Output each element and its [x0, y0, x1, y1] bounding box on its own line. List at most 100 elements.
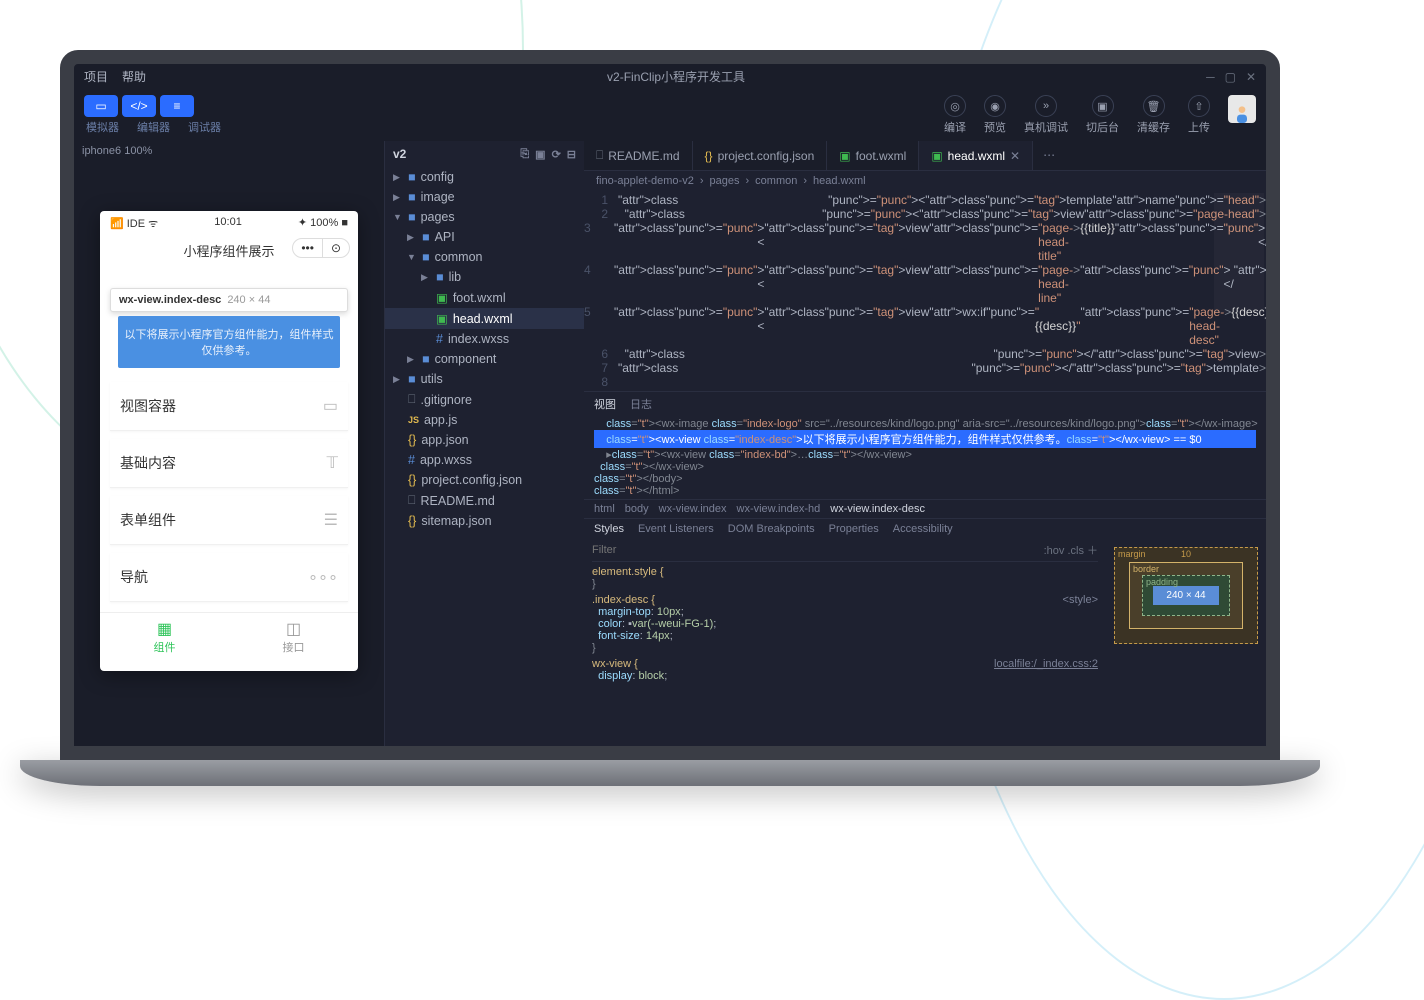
clear-icon: 🗑	[1143, 95, 1165, 117]
collapse-icon[interactable]: ⊟	[567, 148, 576, 161]
mode-simulator-button[interactable]: ▭	[84, 95, 118, 117]
styles-filter-input[interactable]	[592, 542, 1044, 558]
tree-item[interactable]: ▶■image	[385, 187, 584, 207]
menu-project[interactable]: 项目	[84, 68, 108, 85]
refresh-icon[interactable]: ⟳	[552, 148, 561, 161]
code-editor[interactable]: 1"attr">class"punc">="punc"><"attr">clas…	[584, 191, 1266, 391]
list-item[interactable]: 表单组件☰	[110, 496, 348, 545]
editor-area: ⎕README.md{}project.config.json▣foot.wxm…	[584, 141, 1266, 746]
breadcrumb-item[interactable]: head.wxml	[803, 175, 865, 187]
phone-battery: ✦ 100% ■	[298, 216, 348, 231]
tree-item[interactable]: ▶■utils	[385, 369, 584, 389]
tree-item[interactable]: {}app.json	[385, 430, 584, 450]
camera-dot	[667, 56, 673, 62]
editor-tab[interactable]: ▣foot.wxml	[827, 141, 919, 170]
tree-item[interactable]: ▣foot.wxml	[385, 287, 584, 308]
editor-tab[interactable]: ⎕README.md	[584, 141, 693, 170]
preview-icon: ◉	[984, 95, 1006, 117]
dom-crumb[interactable]: wx-view.index	[659, 503, 727, 515]
avatar[interactable]	[1228, 95, 1256, 123]
background-icon: ▣	[1092, 95, 1114, 117]
tree-item[interactable]: #app.wxss	[385, 450, 584, 470]
tree-item[interactable]: ▶■component	[385, 349, 584, 369]
styles-panel[interactable]: :hov .cls ＋ element.style { } .index-des…	[584, 539, 1106, 746]
toolbar: ▭ </> ≡ 模拟器 编辑器 调试器 ◎编译 ◉预览 »真机调试 ▣切后台	[74, 89, 1266, 141]
tree-item[interactable]: JSapp.js	[385, 410, 584, 430]
devtools-tab-log[interactable]: 日志	[630, 396, 652, 412]
upload-icon: ⇧	[1188, 95, 1210, 117]
list-item[interactable]: 导航∘∘∘	[110, 553, 348, 602]
preview-button[interactable]: ◉预览	[984, 95, 1006, 135]
new-file-icon[interactable]: ⎘	[520, 148, 529, 161]
devtools-tab-view[interactable]: 视图	[594, 396, 616, 412]
styles-tab[interactable]: Event Listeners	[638, 523, 714, 535]
background-button[interactable]: ▣切后台	[1086, 95, 1119, 135]
laptop-base	[20, 760, 1320, 786]
tree-item[interactable]: ▼■common	[385, 247, 584, 267]
breadcrumb-item[interactable]: pages	[700, 175, 740, 187]
mode-debugger-button[interactable]: ≡	[160, 95, 194, 117]
styles-tab[interactable]: DOM Breakpoints	[728, 523, 815, 535]
tree-item[interactable]: ▶■API	[385, 227, 584, 247]
styles-filter-controls[interactable]: :hov .cls ＋	[1044, 542, 1098, 558]
maximize-icon[interactable]: ▢	[1225, 70, 1236, 84]
mode-simulator-label: 模拟器	[86, 119, 119, 135]
file-explorer: v2 ⎘ ▣ ⟳ ⊟ ▶■config▶■image▼■pages▶■API▼■…	[384, 141, 584, 746]
styles-tab[interactable]: Styles	[594, 523, 624, 535]
phone-frame: 📶 IDE ᯤ 10:01 ✦ 100% ■ 小程序组件展示 •••⊙ wx-v…	[100, 211, 358, 671]
tab-close-icon[interactable]: ✕	[1010, 149, 1020, 163]
ide-window: 项目 帮助 v2-FinClip小程序开发工具 ─ ▢ ✕ ▭ </> ≡	[74, 64, 1266, 746]
highlighted-element[interactable]: 以下将展示小程序官方组件能力，组件样式仅供参考。	[118, 316, 340, 368]
dom-crumb[interactable]: body	[625, 503, 649, 515]
menubar: 项目 帮助 v2-FinClip小程序开发工具 ─ ▢ ✕	[74, 64, 1266, 89]
styles-tab[interactable]: Properties	[829, 523, 879, 535]
phone-time: 10:01	[214, 216, 242, 231]
phone-tab-component[interactable]: ▦组件	[100, 613, 229, 661]
explorer-root[interactable]: v2	[393, 147, 406, 161]
dom-crumb[interactable]: html	[594, 503, 615, 515]
list-item[interactable]: 视图容器▭	[110, 382, 348, 431]
capsule[interactable]: •••⊙	[292, 238, 350, 258]
compile-icon: ◎	[944, 95, 966, 117]
tree-item[interactable]: #index.wxss	[385, 329, 584, 349]
capsule-close-icon[interactable]: ⊙	[323, 239, 349, 257]
tree-item[interactable]: ⎕.gitignore	[385, 389, 584, 410]
dom-tree[interactable]: class="t"><wx-image class="index-logo" s…	[584, 416, 1266, 499]
new-folder-icon[interactable]: ▣	[535, 148, 545, 161]
editor-tab[interactable]: {}project.config.json	[693, 141, 828, 170]
tree-item[interactable]: {}sitemap.json	[385, 511, 584, 531]
clear-cache-button[interactable]: 🗑清缓存	[1137, 95, 1170, 135]
phone-signal: 📶 IDE ᯤ	[110, 216, 158, 231]
simulator-device[interactable]: iphone6 100%	[74, 141, 384, 161]
capsule-menu-icon[interactable]: •••	[293, 239, 323, 257]
remote-debug-button[interactable]: »真机调试	[1024, 95, 1068, 135]
list-item[interactable]: 基础内容𝕋	[110, 439, 348, 488]
tree-item[interactable]: ▣head.wxml	[385, 308, 584, 329]
editor-tabs: ⎕README.md{}project.config.json▣foot.wxm…	[584, 141, 1266, 171]
styles-tabs: Styles Event Listeners DOM Breakpoints Prop…	[584, 519, 1266, 539]
mode-editor-button[interactable]: </>	[122, 95, 156, 117]
tree-item[interactable]: ▼■pages	[385, 207, 584, 227]
compile-button[interactable]: ◎编译	[944, 95, 966, 135]
mode-editor-label: 编辑器	[137, 119, 170, 135]
dom-crumb[interactable]: wx-view.index-hd	[737, 503, 821, 515]
breadcrumb-item[interactable]: fino-applet-demo-v2	[596, 175, 694, 187]
tree-item[interactable]: {}project.config.json	[385, 470, 584, 490]
breadcrumb: fino-applet-demo-v2 pages common head.wxml	[584, 171, 1266, 191]
styles-tab[interactable]: Accessibility	[893, 523, 953, 535]
breadcrumb-item[interactable]: common	[746, 175, 798, 187]
phone-tab-interface[interactable]: ◫接口	[229, 613, 358, 661]
upload-button[interactable]: ⇧上传	[1188, 95, 1210, 135]
component-icon: ▦	[100, 619, 229, 639]
close-icon[interactable]: ✕	[1246, 70, 1256, 84]
minimap[interactable]	[1214, 193, 1264, 313]
tree-item[interactable]: ⎕README.md	[385, 490, 584, 511]
editor-tab[interactable]: ▣head.wxml✕	[919, 141, 1033, 170]
menu-help[interactable]: 帮助	[122, 68, 146, 85]
minimize-icon[interactable]: ─	[1206, 70, 1215, 84]
tree-item[interactable]: ▶■lib	[385, 267, 584, 287]
tree-item[interactable]: ▶■config	[385, 167, 584, 187]
simulator-pane: iphone6 100% 📶 IDE ᯤ 10:01 ✦ 100% ■ 小程序组…	[74, 141, 384, 746]
dom-crumb[interactable]: wx-view.index-desc	[830, 503, 925, 515]
tabs-more-icon[interactable]: ⋯	[1033, 141, 1065, 170]
